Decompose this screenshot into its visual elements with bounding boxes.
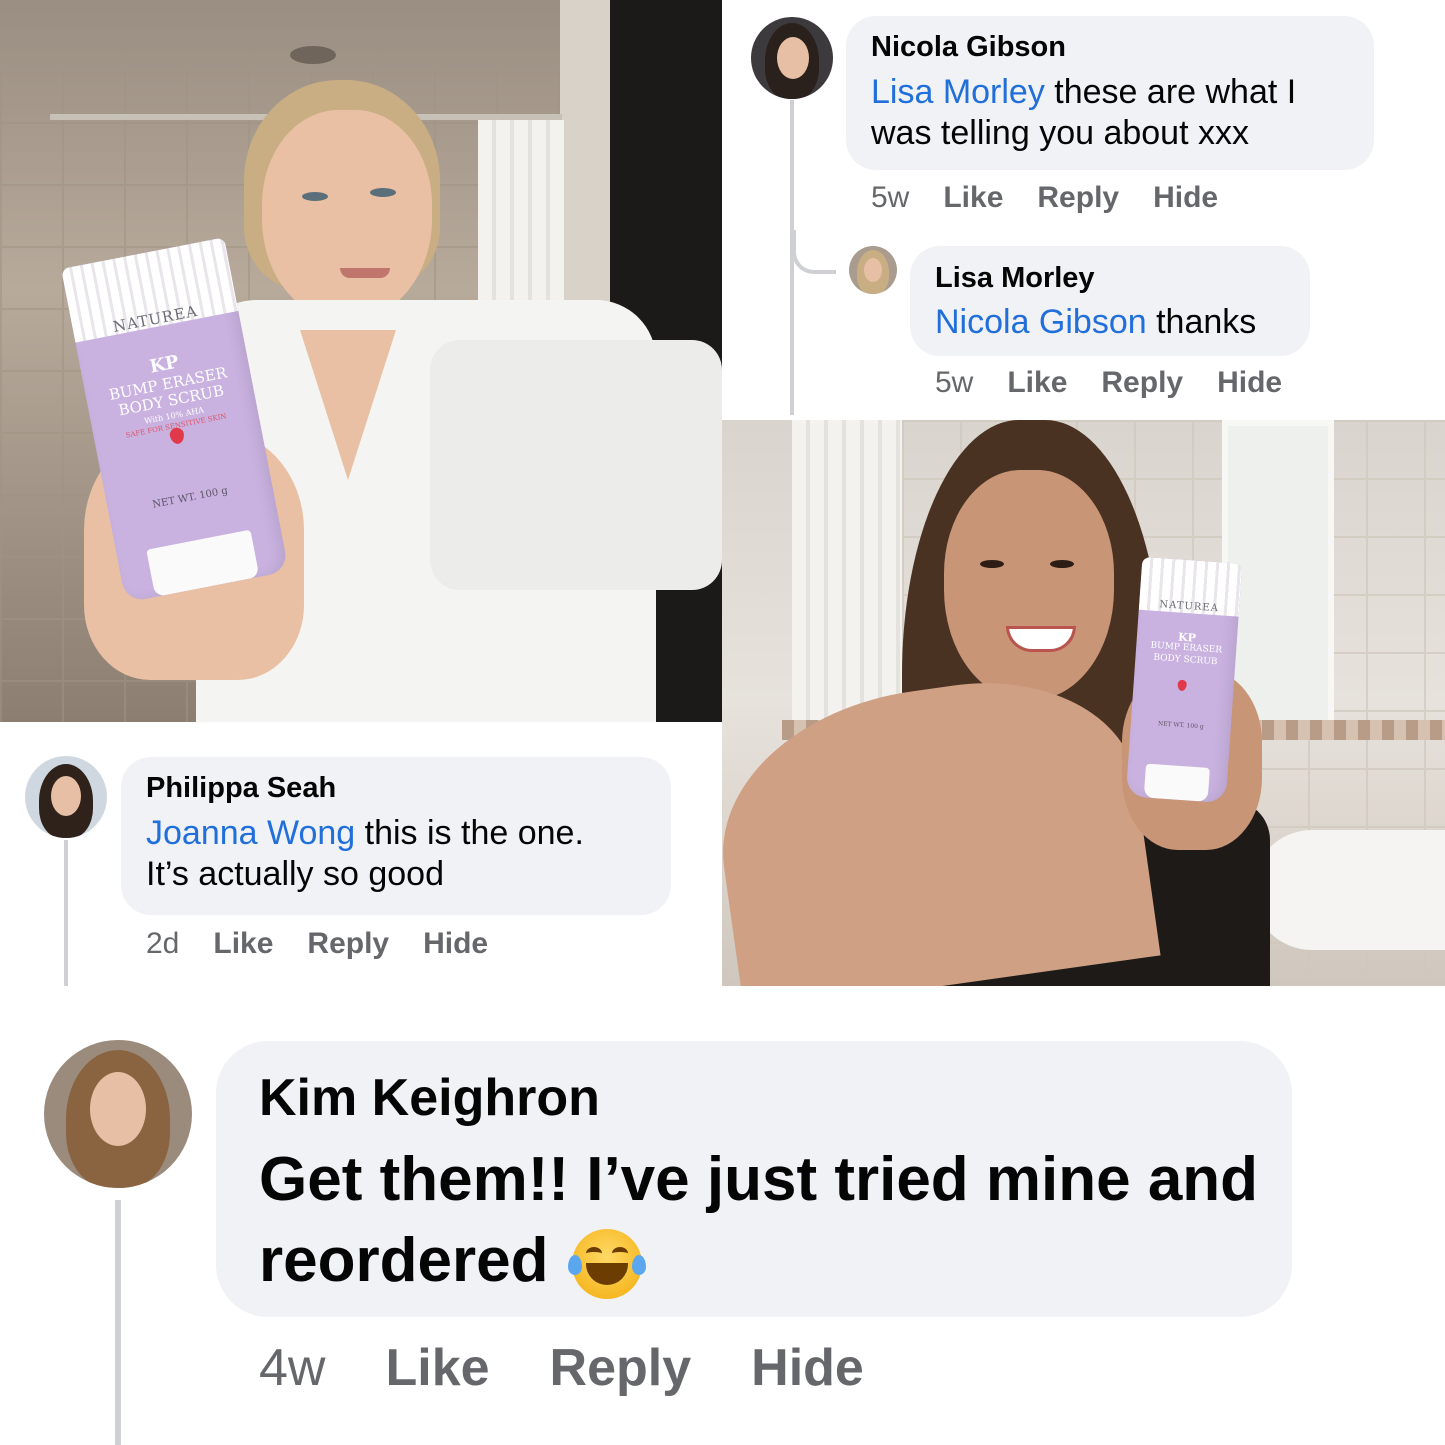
avatar-face (90, 1072, 146, 1146)
reply-button[interactable]: Reply (1101, 366, 1183, 400)
laughing-tears-emoji-icon (567, 1229, 646, 1300)
reply-button[interactable]: Reply (307, 927, 389, 961)
eye-right (370, 188, 396, 197)
comment-author[interactable]: Nicola Gibson (871, 31, 1066, 64)
photo-blonde-woman-with-product: NATUREA KP BUMP ERASER BODY SCRUB With 1… (0, 0, 722, 722)
ceiling-light (290, 46, 336, 64)
robe-sleeve (430, 340, 722, 590)
comment-time[interactable]: 5w (871, 181, 909, 215)
reply-button[interactable]: Reply (1037, 181, 1119, 215)
photo-brunette-woman-with-product: NATUREA KP BUMP ERASER BODY SCRUB NET WT… (722, 420, 1445, 986)
hide-button[interactable]: Hide (1153, 181, 1218, 215)
hide-button[interactable]: Hide (751, 1338, 864, 1398)
thread-line (115, 1200, 121, 1445)
smile (340, 268, 390, 278)
comment-text: Nicola Gibson thanks (935, 302, 1256, 343)
strawberry-icon (168, 426, 186, 446)
comment-actions: 5w Like Reply Hide (871, 181, 1218, 215)
avatar[interactable] (849, 246, 897, 294)
product-net-weight: NET WT. 100 g (151, 485, 229, 511)
comment-author[interactable]: Philippa Seah (146, 772, 336, 805)
hide-button[interactable]: Hide (423, 927, 488, 961)
mention-link[interactable]: Joanna Wong (146, 814, 355, 852)
avatar[interactable] (751, 17, 833, 99)
eye-left (302, 192, 328, 201)
like-button[interactable]: Like (213, 927, 273, 961)
like-button[interactable]: Like (385, 1338, 489, 1398)
reply-button[interactable]: Reply (550, 1338, 692, 1398)
comment-time[interactable]: 4w (259, 1338, 325, 1398)
emoji-mouth (585, 1263, 628, 1286)
avatar[interactable] (25, 756, 107, 838)
mention-link[interactable]: Nicola Gibson (935, 303, 1147, 341)
tube-cap (1143, 763, 1210, 802)
product-tube: NATUREA KP BUMP ERASER BODY SCRUB NET WT… (1125, 556, 1243, 804)
strawberry-icon (1177, 679, 1187, 692)
emoji-eye-left (585, 1247, 602, 1260)
comment-text-line-1: thanks (1146, 303, 1257, 341)
comment-actions: 4w Like Reply Hide (259, 1338, 864, 1398)
reply-connector (792, 230, 836, 274)
avatar[interactable] (44, 1040, 192, 1188)
comment-text-line-2: was telling you about xxx (871, 114, 1249, 153)
comment-text-line-1: Get them!! I’ve just tried mine and (259, 1145, 1259, 1214)
comment-time[interactable]: 2d (146, 927, 179, 961)
comment-actions: 2d Like Reply Hide (146, 927, 488, 961)
comment-text: Get them!! I’ve just tried mine and reor… (259, 1140, 1279, 1301)
face (944, 470, 1114, 700)
thread-line (64, 840, 68, 986)
comment-time[interactable]: 5w (935, 366, 973, 400)
avatar-face (864, 258, 882, 282)
like-button[interactable]: Like (1007, 366, 1067, 400)
avatar-face (777, 37, 809, 79)
emoji-eye-right (611, 1247, 628, 1260)
emoji-tear-right (631, 1255, 646, 1276)
mention-link[interactable]: Lisa Morley (871, 73, 1045, 111)
sink (1252, 830, 1445, 950)
like-button[interactable]: Like (943, 181, 1003, 215)
emoji-tear-left (567, 1255, 582, 1276)
comment-text: Lisa Morley these are what I was telling… (871, 72, 1371, 155)
comment-text-line-2: reordered (259, 1225, 549, 1295)
comment-text: Joanna Wong this is the one. It’s actual… (146, 813, 666, 896)
comment-text-line-1: this is the one. (355, 814, 584, 852)
comment-text-line-2: It’s actually so good (146, 855, 444, 894)
eye-left (980, 560, 1004, 568)
hide-button[interactable]: Hide (1217, 366, 1282, 400)
avatar-face (51, 776, 81, 816)
comment-author[interactable]: Lisa Morley (935, 262, 1095, 295)
eye-right (1050, 560, 1074, 568)
comment-text-line-1: these are what I (1044, 73, 1297, 111)
product-net-weight: NET WT. 100 g (1157, 720, 1204, 731)
comment-actions: 5w Like Reply Hide (935, 366, 1282, 400)
comment-author[interactable]: Kim Keighron (259, 1068, 600, 1128)
face (262, 110, 432, 320)
